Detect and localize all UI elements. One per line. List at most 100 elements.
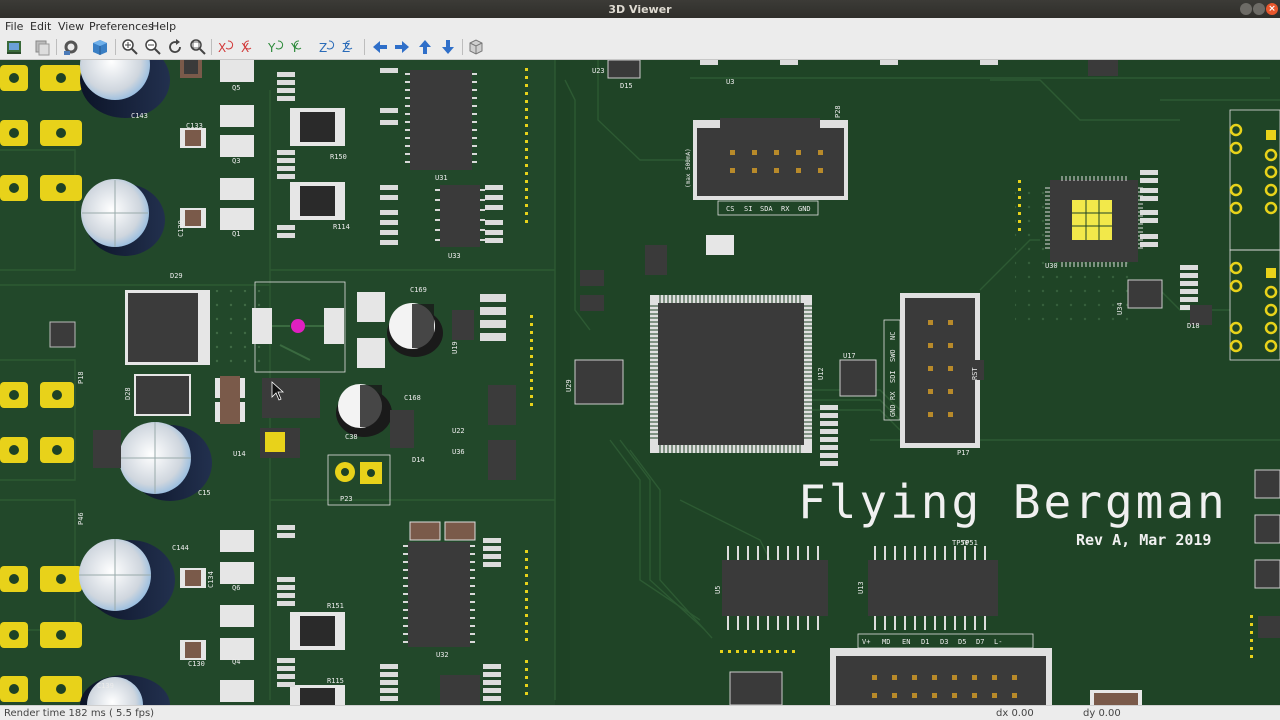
hdr-top-label-1: SI [744, 205, 752, 213]
menu-preferences[interactable]: Preferences [89, 20, 154, 33]
zoom-fit-icon[interactable] [188, 37, 208, 57]
label-p23: P23 [340, 495, 353, 503]
menu-help[interactable]: Help [151, 20, 176, 33]
hdr-side-label-1: SWO [889, 349, 897, 362]
rotate-x-ccw-icon[interactable]: X [238, 37, 258, 57]
label-tp51: TP51 [961, 539, 978, 547]
label-q1: Q1 [232, 230, 240, 238]
toolbar: X X Y Y Z Z [0, 34, 1280, 60]
board-title: Flying Bergman [798, 475, 1228, 529]
maximize-button[interactable] [1253, 3, 1265, 15]
window-title: 3D Viewer [608, 3, 672, 16]
rotate-z-cw-icon[interactable]: Z [316, 37, 336, 57]
label-d18: D18 [1187, 322, 1200, 330]
label-rst: RST [971, 367, 979, 380]
minimize-button[interactable] [1240, 3, 1252, 15]
dx-readout: dx 0.00 [996, 708, 1034, 719]
zoom-in-icon[interactable] [120, 37, 140, 57]
label-r151: R151 [327, 602, 344, 610]
hdr-side-label-3: RX [889, 391, 897, 400]
3d-box-icon[interactable] [90, 37, 110, 57]
svg-text:Y: Y [267, 41, 276, 55]
dy-readout: dy 0.00 [1083, 708, 1121, 719]
ortho-toggle-icon[interactable] [466, 37, 486, 57]
label-p46: P46 [77, 512, 85, 525]
hdr-side-label-0: NC [889, 332, 897, 340]
label-u23: U23 [592, 67, 605, 75]
label-c134: C134 [207, 571, 215, 588]
zoom-out-icon[interactable] [143, 37, 163, 57]
pan-up-icon[interactable] [415, 37, 435, 57]
label-c129: C129 [177, 220, 185, 237]
menu-edit[interactable]: Edit [30, 20, 51, 33]
label-u31: U31 [435, 174, 448, 182]
label-c38: C38 [345, 433, 358, 441]
hdr-side-label-4: GND [889, 404, 897, 417]
label-u14: U14 [233, 450, 246, 458]
settings-icon[interactable] [61, 37, 81, 57]
hdr-top-label-4: GND [798, 205, 811, 213]
title-bar: 3D Viewer × [0, 0, 1280, 18]
label-d29: D29 [170, 272, 183, 280]
rotate-z-ccw-icon[interactable]: Z [339, 37, 359, 57]
label-u19: U19 [451, 341, 459, 354]
hdr-top-label-2: SDA [760, 205, 773, 213]
copy-image-icon[interactable] [32, 37, 52, 57]
hdr-bottom-label-4: D3 [940, 638, 948, 646]
label-q3: Q3 [232, 157, 240, 165]
label-u3: U3 [726, 78, 734, 86]
hdr-bottom-label-6: D7 [976, 638, 984, 646]
label-q6: Q6 [232, 584, 240, 592]
menu-file[interactable]: File [5, 20, 23, 33]
hdr-bottom-label-0: V+ [862, 638, 870, 646]
svg-text:Z: Z [319, 41, 327, 55]
render-time-text: Render time 182 ms ( 5.5 fps) [4, 708, 155, 719]
menu-bar: File Edit View Preferences Help [0, 18, 1280, 34]
label-r115: R115 [327, 677, 344, 685]
svg-text:X: X [218, 41, 226, 55]
label-u12: U12 [817, 367, 825, 380]
label-p17: P17 [957, 449, 970, 457]
pan-left-icon[interactable] [370, 37, 390, 57]
label-u22: U22 [452, 427, 465, 435]
rotate-x-cw-icon[interactable]: X [215, 37, 235, 57]
menu-view[interactable]: View [58, 20, 84, 33]
label-u29: U29 [565, 379, 573, 392]
label-d14: D14 [412, 456, 425, 464]
label-c15: C15 [198, 489, 211, 497]
label-d28: D28 [124, 387, 132, 400]
pan-down-icon[interactable] [438, 37, 458, 57]
hdr-side-label-2: SDI [889, 370, 897, 383]
label-c144: C144 [172, 544, 189, 552]
hdr-bottom-label-5: D5 [958, 638, 966, 646]
redraw-icon[interactable] [165, 37, 185, 57]
label-c169: C169 [410, 286, 427, 294]
close-button[interactable]: × [1266, 3, 1278, 15]
label-c130: C130 [188, 660, 205, 668]
label-u36: U36 [452, 448, 465, 456]
render-raytraced-icon[interactable] [4, 37, 24, 57]
pan-right-icon[interactable] [392, 37, 412, 57]
label-q5: Q5 [232, 84, 240, 92]
label-c133: C133 [186, 122, 203, 130]
viewer-window: 3D Viewer × File Edit View Preferences H… [0, 0, 1280, 720]
pcb-3d-viewport[interactable]: Q5 Q3 Q1 Q6 Q4 C143 C133 C144 C130 C139 … [0, 60, 1280, 705]
label-p18: P18 [77, 371, 85, 384]
label-max-current: (max 500mA) [685, 148, 692, 188]
rotate-y-ccw-icon[interactable]: Y [288, 37, 308, 57]
label-u34: U34 [1116, 302, 1124, 315]
label-d15: D15 [620, 82, 633, 90]
label-u17: U17 [843, 352, 856, 360]
hdr-top-label-3: RX [781, 205, 790, 213]
label-u33: U33 [448, 252, 461, 260]
rotate-y-cw-icon[interactable]: Y [265, 37, 285, 57]
hdr-bottom-label-7: L- [994, 638, 1002, 646]
label-r150: R150 [330, 153, 347, 161]
label-c139: C139 [97, 682, 114, 690]
label-u5: U5 [714, 586, 722, 594]
label-p28: P28 [834, 105, 842, 118]
hdr-bottom-label-1: MD [882, 638, 890, 646]
board-revision: Rev A, Mar 2019 [1076, 531, 1211, 549]
mcu-chip [650, 295, 812, 453]
label-u32: U32 [436, 651, 449, 659]
